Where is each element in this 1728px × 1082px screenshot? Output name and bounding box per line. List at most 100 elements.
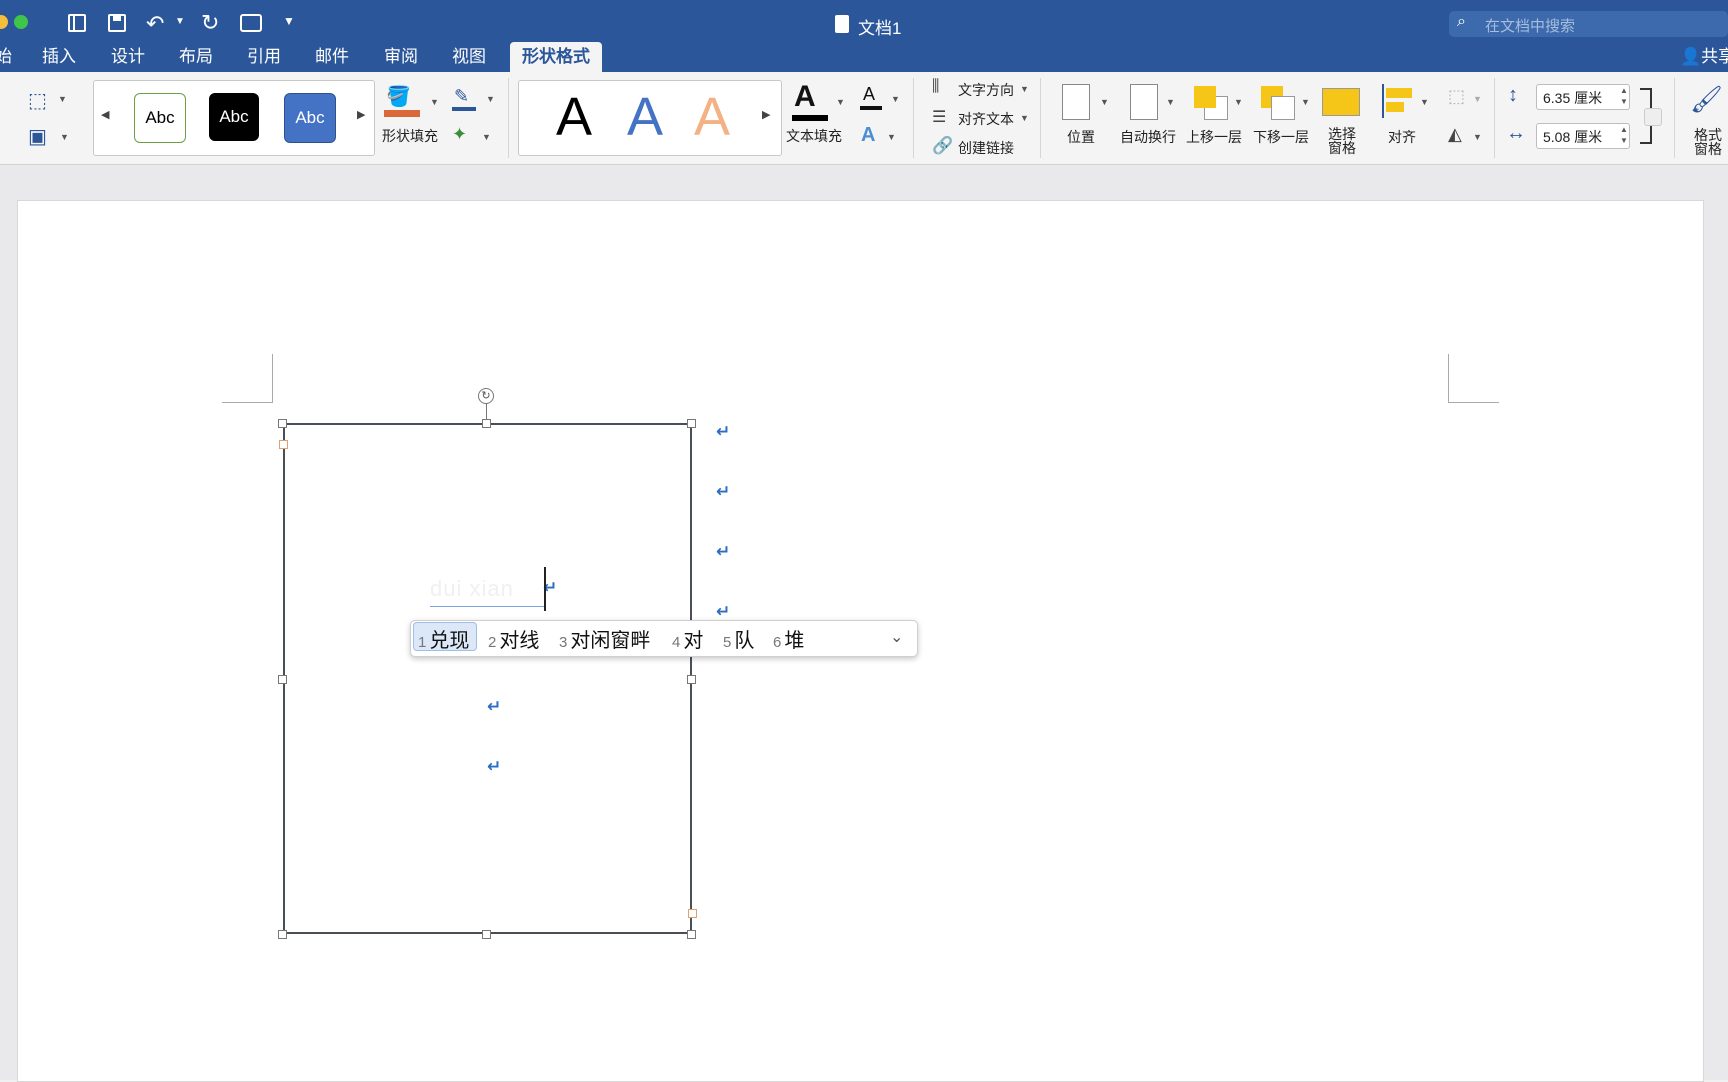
tab-home[interactable]: 始 [0, 46, 12, 68]
tab-insert[interactable]: 插入 [42, 46, 76, 68]
ime-expand-chevron-icon[interactable]: ⌄ [890, 627, 903, 647]
text-effects-dropdown-icon[interactable]: ▼ [887, 132, 896, 142]
bring-forward-dropdown-icon[interactable]: ▼ [1234, 97, 1243, 107]
align-dropdown-icon[interactable]: ▼ [1420, 97, 1429, 107]
resize-handle-sw[interactable] [278, 930, 287, 939]
tab-mailings[interactable]: 邮件 [315, 46, 349, 68]
tab-layout[interactable]: 布局 [179, 46, 213, 68]
tab-references[interactable]: 引用 [247, 46, 281, 68]
rotate-icon[interactable]: ◭ [1448, 124, 1462, 145]
height-stepper[interactable]: ▲ ▼ [1620, 85, 1628, 107]
bring-forward-button[interactable]: 上移一层 [1186, 82, 1252, 152]
rotate-handle-icon[interactable]: ↻ [478, 388, 494, 404]
paragraph-mark: ↵ [487, 757, 502, 776]
window-zoom-button[interactable] [14, 15, 28, 29]
ime-candidate[interactable]: 2 对线 [488, 624, 539, 653]
wrap-text-dropdown-icon[interactable]: ▼ [1166, 97, 1175, 107]
wordart-style-blue[interactable]: A [627, 84, 663, 150]
text-fill-icon: A [794, 80, 816, 113]
resize-handle-e[interactable] [687, 675, 696, 684]
wrap-text-button[interactable]: 自动换行 [1120, 82, 1186, 152]
resize-handle-ne[interactable] [687, 419, 696, 428]
resize-handle-w[interactable] [278, 675, 287, 684]
send-backward-dropdown-icon[interactable]: ▼ [1301, 97, 1310, 107]
text-outline-dropdown-icon[interactable]: ▼ [891, 94, 900, 104]
shape-fill-button[interactable]: 🪣 形状填充 [380, 80, 438, 150]
ime-candidate[interactable]: 5队 [723, 624, 754, 653]
text-anchor-handle[interactable] [279, 440, 288, 449]
edit-shape-icon[interactable]: ⬚ [28, 88, 47, 113]
selection-pane-button[interactable]: 选择 窗格 [1318, 82, 1366, 160]
share-button[interactable]: 👤共享 [1680, 46, 1728, 68]
shape-effects-dropdown-icon[interactable]: ▼ [482, 132, 491, 142]
shape-fill-dropdown-icon[interactable]: ▼ [430, 97, 439, 107]
resize-handle-se[interactable] [687, 930, 696, 939]
shape-outline-dropdown-icon[interactable]: ▼ [486, 94, 495, 104]
text-anchor-handle-bottom[interactable] [688, 909, 697, 918]
format-pane-button[interactable]: 🖌 格式 窗格 [1684, 82, 1728, 160]
position-button[interactable]: 位置 [1056, 82, 1106, 152]
resize-handle-s[interactable] [482, 930, 491, 939]
text-outline-icon[interactable]: A [858, 84, 884, 112]
align-button[interactable]: 对齐 [1380, 82, 1430, 152]
tab-shape-format[interactable]: 形状格式 [510, 42, 602, 72]
text-box-dropdown-icon[interactable]: ▼ [60, 132, 69, 142]
shape-effects-icon[interactable]: ✦ [452, 124, 467, 145]
customize-toolbar-icon[interactable]: ▼ [283, 14, 295, 28]
window-title: 文档1 [858, 19, 902, 38]
bring-forward-label: 上移一层 [1186, 129, 1242, 145]
wordart-style-orange[interactable]: A [694, 84, 730, 150]
wordart-style-black[interactable]: A [556, 84, 592, 150]
resize-handle-nw[interactable] [278, 419, 287, 428]
window-close-button[interactable] [0, 15, 8, 29]
text-effects-icon[interactable]: A [861, 124, 875, 147]
tab-view[interactable]: 视图 [452, 46, 486, 68]
shape-outline-icon[interactable]: ✎ [452, 86, 476, 112]
send-backward-button[interactable]: 下移一层 [1253, 82, 1319, 152]
wordart-next-icon[interactable]: ▶ [762, 108, 770, 121]
undo-dropdown-icon[interactable]: ▼ [175, 16, 185, 27]
gallery-next-icon[interactable]: ▶ [357, 108, 365, 121]
print-icon[interactable] [240, 14, 262, 32]
tab-design[interactable]: 设计 [111, 46, 145, 68]
height-icon: ↕ [1508, 84, 1518, 106]
tab-review[interactable]: 审阅 [384, 46, 418, 68]
redo-icon[interactable]: ↻ [201, 10, 219, 36]
shape-style-blue[interactable]: Abc [284, 93, 336, 143]
width-input[interactable]: 5.08 厘米 [1536, 123, 1630, 149]
text-fill-dropdown-icon[interactable]: ▼ [836, 97, 845, 107]
ime-candidate[interactable]: 6堆 [773, 624, 804, 653]
edit-shape-dropdown-icon[interactable]: ▼ [58, 94, 67, 104]
position-icon [1062, 84, 1090, 120]
text-fill-button[interactable]: A 文本填充 [786, 80, 846, 152]
gallery-prev-icon[interactable]: ◀ [101, 108, 109, 121]
text-direction-button[interactable]: ⫼ 文字方向 ▼ [932, 78, 1032, 100]
ime-candidate[interactable]: 3 对闲窗畔 [559, 624, 650, 653]
word-doc-icon [835, 15, 849, 33]
position-dropdown-icon[interactable]: ▼ [1100, 97, 1109, 107]
shape-fill-label: 形状填充 [382, 128, 438, 144]
ime-candidate[interactable]: 4对 [672, 624, 703, 653]
undo-icon[interactable]: ↶ [146, 11, 164, 37]
text-box-icon[interactable]: ▣ [28, 124, 47, 149]
shape-style-dark[interactable]: Abc [209, 93, 259, 141]
sidebar-toggle-icon[interactable] [68, 14, 86, 32]
save-icon[interactable] [108, 14, 126, 32]
group-icon[interactable]: ⬚ [1448, 86, 1465, 107]
group-dropdown-icon[interactable]: ▼ [1473, 94, 1482, 104]
rotate-dropdown-icon[interactable]: ▼ [1473, 132, 1482, 142]
text-direction-icon: ⫼ [932, 78, 940, 95]
search-placeholder: 在文档中搜索 [1485, 18, 1576, 35]
shape-style-outline[interactable]: Abc [134, 93, 186, 143]
lock-aspect-checkbox[interactable] [1644, 108, 1662, 126]
text-fill-label: 文本填充 [786, 128, 842, 144]
ime-candidate[interactable]: 1 兑现 [418, 624, 469, 653]
height-input[interactable]: 6.35 厘米 [1536, 84, 1630, 110]
width-stepper[interactable]: ▲ ▼ [1620, 124, 1628, 146]
send-backward-icon [1271, 96, 1295, 120]
align-text-button[interactable]: ☰ 对齐文本 ▼ [932, 107, 1032, 129]
selected-shape[interactable] [283, 423, 692, 934]
search-box[interactable]: ⌕ 在文档中搜索 [1449, 11, 1728, 37]
resize-handle-n[interactable] [482, 419, 491, 428]
create-link-button[interactable]: 🔗 创建链接 [932, 136, 1032, 158]
